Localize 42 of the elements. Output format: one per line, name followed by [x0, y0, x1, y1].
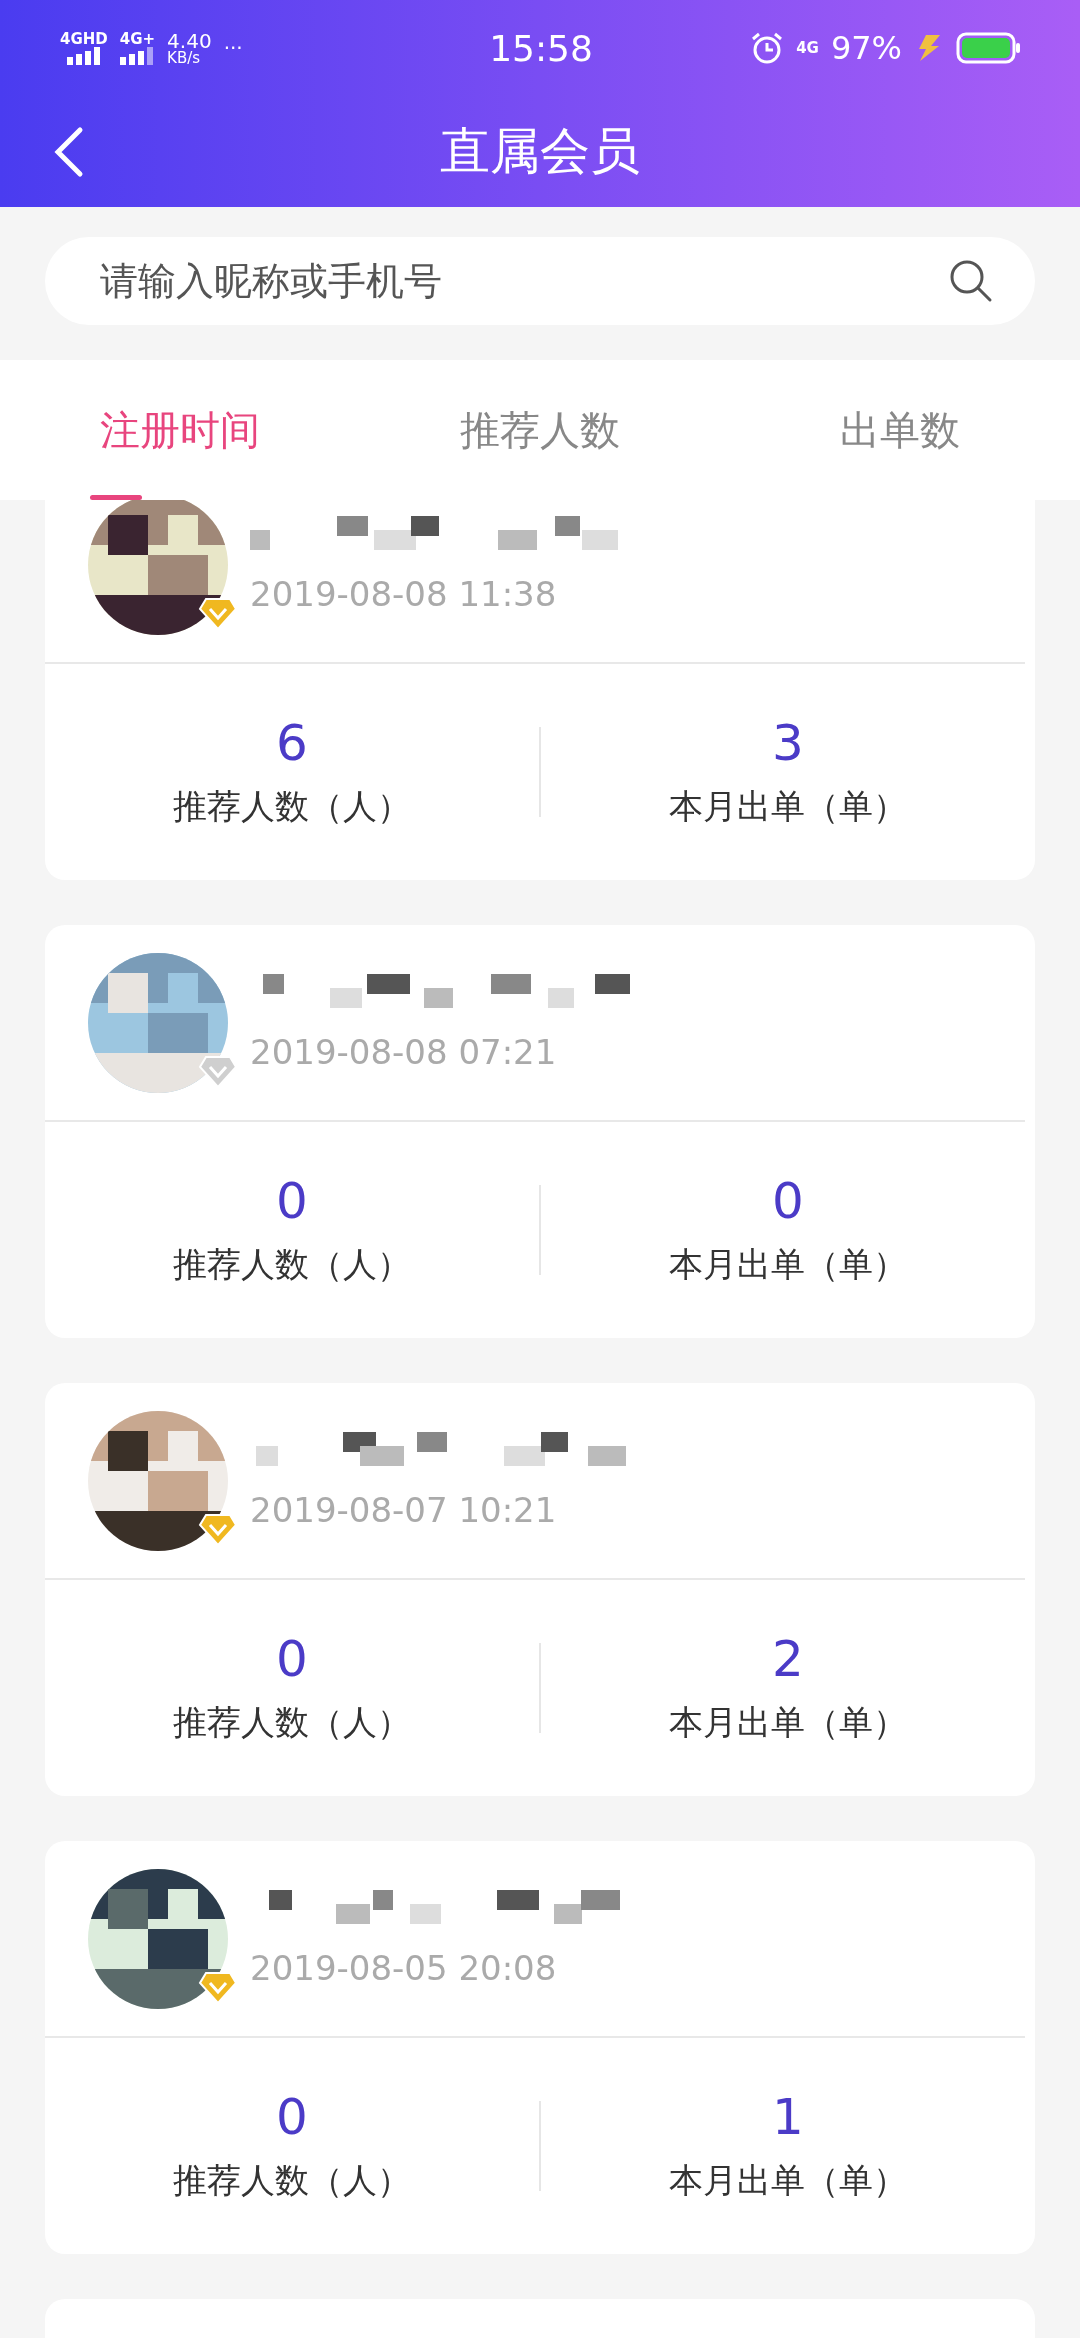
tab-underline — [90, 495, 142, 500]
network-type: 4G — [796, 39, 819, 57]
stat-label: 本月出单（单） — [669, 2159, 907, 2202]
sort-tab[interactable]: 出单数 — [720, 360, 1080, 500]
stat-label: 推荐人数（人） — [173, 1701, 411, 1744]
battery-percent: 97% — [830, 29, 902, 67]
stat-label: 本月出单（单） — [669, 1701, 907, 1744]
member-card[interactable]: 2019-08-08 07:21 0 推荐人数（人） 0 本月出单（单） — [45, 925, 1035, 1338]
stat-value: 3 — [772, 714, 804, 772]
stat-label: 推荐人数（人） — [173, 1243, 411, 1286]
stat-label: 本月出单（单） — [669, 785, 907, 828]
network-type: 4G+ — [119, 31, 156, 47]
stat-label: 本月出单（单） — [669, 1243, 907, 1286]
network-type: 4GHD — [60, 31, 108, 47]
stat-value: 0 — [276, 1172, 308, 1230]
join-date: 2019-08-08 11:38 — [250, 573, 558, 614]
sort-tab[interactable]: 注册时间 — [0, 360, 360, 500]
member-card[interactable]: 2019-08-05 20:08 0 推荐人数（人） 1 本月出单（单） — [45, 1841, 1035, 2254]
battery-icon — [956, 32, 1022, 64]
stat-value: 0 — [276, 2088, 308, 2146]
join-date: 2019-08-08 07:21 — [250, 1031, 558, 1072]
member-card[interactable]: 2019-08-08 11:38 6 推荐人数（人） 3 本月出单（单） — [45, 500, 1035, 880]
sort-tab[interactable]: 推荐人数 — [360, 360, 720, 500]
more-indicator: ··· — [223, 36, 243, 60]
join-date: 2019-08-05 20:08 — [250, 1947, 558, 1988]
stat-label: 推荐人数（人） — [173, 785, 411, 828]
speed-unit: KB/s — [167, 50, 202, 66]
stat-value: 1 — [772, 2088, 804, 2146]
alarm-icon — [750, 31, 785, 65]
page-title: 直属会员 — [440, 121, 640, 182]
search-field[interactable]: 请输入昵称或手机号 — [45, 237, 1035, 325]
stat-value: 0 — [276, 1630, 308, 1688]
clock: 15:58 — [489, 27, 593, 69]
member-card[interactable]: 2019-08-07 10:21 0 推荐人数（人） 2 本月出单（单） — [45, 1383, 1035, 1796]
stat-value: 6 — [276, 714, 308, 772]
signal-icon — [66, 46, 101, 65]
join-date: 2019-08-07 10:21 — [250, 1489, 558, 1530]
network-speed: 4.40 — [167, 30, 212, 51]
stat-value: 2 — [772, 1630, 804, 1688]
stat-label: 推荐人数（人） — [173, 2159, 411, 2202]
stat-value: 0 — [772, 1172, 804, 1230]
signal-icon — [120, 46, 155, 65]
